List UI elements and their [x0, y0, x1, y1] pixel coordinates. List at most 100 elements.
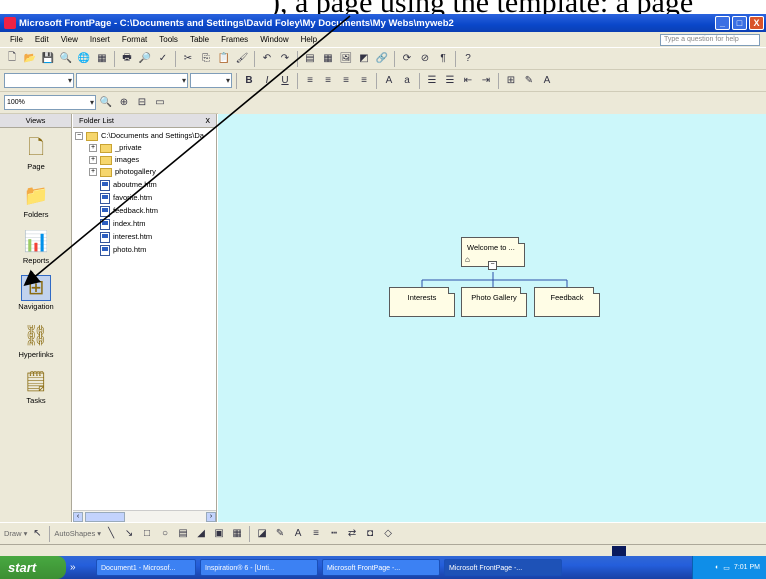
open-icon[interactable]: 📂: [22, 51, 38, 67]
tree-folder-private[interactable]: + _private: [89, 142, 142, 154]
menu-view[interactable]: View: [55, 35, 84, 44]
increase-font-icon[interactable]: A: [381, 73, 397, 89]
menu-tools[interactable]: Tools: [153, 35, 184, 44]
line-style-icon[interactable]: ≡: [308, 526, 324, 542]
taskbar-item-inspiration[interactable]: Inspiration® 6 - [Unti...: [200, 559, 318, 576]
new-page-icon[interactable]: 🗋: [4, 51, 20, 67]
taskbar-item-word[interactable]: Document1 - Microsof...: [96, 559, 196, 576]
view-tasks[interactable]: 🗒 Tasks: [4, 364, 68, 412]
spelling-icon[interactable]: ✓: [155, 51, 171, 67]
title-bar[interactable]: Microsoft FrontPage - C:\Documents and S…: [0, 14, 766, 32]
fill-color-icon[interactable]: ◪: [254, 526, 270, 542]
search-icon[interactable]: 🔍: [58, 51, 74, 67]
zoom-combo[interactable]: 100%: [4, 95, 96, 110]
quick-launch-icon[interactable]: »: [70, 562, 92, 573]
help-icon[interactable]: ?: [460, 51, 476, 67]
undo-icon[interactable]: ↶: [259, 51, 275, 67]
collapse-icon[interactable]: −: [75, 132, 83, 140]
3d-icon[interactable]: ◇: [380, 526, 396, 542]
picture-icon[interactable]: ▦: [229, 526, 245, 542]
wordart-icon[interactable]: ◢: [193, 526, 209, 542]
highlight-icon[interactable]: ✎: [521, 73, 537, 89]
copy-icon[interactable]: ⎘: [198, 51, 214, 67]
tree-root[interactable]: − C:\Documents and Settings\Da: [75, 130, 204, 142]
close-pane-icon[interactable]: x: [206, 114, 211, 127]
scroll-thumb[interactable]: [85, 512, 125, 522]
textbox-tool-icon[interactable]: ▤: [175, 526, 191, 542]
minimize-button[interactable]: _: [715, 16, 730, 30]
portrait-landscape-icon[interactable]: ⊟: [134, 95, 150, 111]
numbering-icon[interactable]: ☰: [424, 73, 440, 89]
tree-file[interactable]: index.htm: [100, 218, 146, 230]
expand-icon[interactable]: +: [89, 144, 97, 152]
format-painter-icon[interactable]: 🖌: [234, 51, 250, 67]
select-objects-icon[interactable]: ↖: [29, 526, 45, 542]
tree-folder-images[interactable]: + images: [89, 154, 139, 166]
print-icon[interactable]: 🖶: [119, 51, 135, 67]
font-combo[interactable]: [76, 73, 188, 88]
stop-icon[interactable]: ⊘: [417, 51, 433, 67]
shadow-icon[interactable]: ◘: [362, 526, 378, 542]
menu-table[interactable]: Table: [184, 35, 215, 44]
tree-file[interactable]: photo.htm: [100, 244, 146, 256]
insert-table-icon[interactable]: ▦: [320, 51, 336, 67]
menu-window[interactable]: Window: [254, 35, 294, 44]
save-icon[interactable]: 💾: [40, 51, 56, 67]
nav-node-interests[interactable]: Interests: [389, 287, 455, 317]
external-link-icon[interactable]: ▭: [152, 95, 168, 111]
font-size-combo[interactable]: [190, 73, 232, 88]
line-tool-icon[interactable]: ╲: [103, 526, 119, 542]
close-button[interactable]: X: [749, 16, 764, 30]
view-reports[interactable]: 📊 Reports: [4, 224, 68, 272]
nav-node-home[interactable]: Welcome to ... ⌂ −: [461, 237, 525, 270]
align-center-icon[interactable]: ≡: [320, 73, 336, 89]
publish-icon[interactable]: 🌐: [76, 51, 92, 67]
oval-tool-icon[interactable]: ○: [157, 526, 173, 542]
bold-icon[interactable]: B: [241, 73, 257, 89]
menu-help[interactable]: Help: [295, 35, 323, 44]
collapse-subtree-icon[interactable]: −: [488, 261, 497, 270]
draw-menu-button[interactable]: Draw ▾: [4, 529, 27, 538]
expand-icon[interactable]: +: [89, 156, 97, 164]
style-combo[interactable]: [4, 73, 74, 88]
menu-edit[interactable]: Edit: [29, 35, 55, 44]
taskbar-item-frontpage-2[interactable]: Microsoft FrontPage -...: [444, 559, 562, 576]
tray-network-icon[interactable]: ◐: [715, 564, 719, 571]
paragraph-icon[interactable]: ¶: [435, 51, 451, 67]
view-folders[interactable]: 📁 Folders: [4, 178, 68, 226]
insert-component-icon[interactable]: ▤: [302, 51, 318, 67]
bullets-icon[interactable]: ☰: [442, 73, 458, 89]
refresh-icon[interactable]: ⟳: [399, 51, 415, 67]
view-navigation[interactable]: ⊞ Navigation: [4, 270, 68, 318]
maximize-button[interactable]: □: [732, 16, 747, 30]
start-button[interactable]: start: [0, 556, 66, 579]
preview-icon[interactable]: 🔎: [137, 51, 153, 67]
view-hyperlinks[interactable]: ⛓ Hyperlinks: [4, 318, 68, 366]
menu-format[interactable]: Format: [116, 35, 153, 44]
tree-file[interactable]: aboutme.htm: [100, 179, 157, 191]
view-subtree-icon[interactable]: ⊕: [116, 95, 132, 111]
font-color-icon[interactable]: A: [539, 73, 555, 89]
menu-insert[interactable]: Insert: [84, 35, 116, 44]
cut-icon[interactable]: ✂: [180, 51, 196, 67]
tray-monitor-icon[interactable]: ▭: [723, 564, 730, 572]
underline-icon[interactable]: U: [277, 73, 293, 89]
line-color-icon[interactable]: ✎: [272, 526, 288, 542]
zoom-icon[interactable]: 🔍: [98, 95, 114, 111]
menu-file[interactable]: File: [4, 35, 29, 44]
italic-icon[interactable]: I: [259, 73, 275, 89]
borders-icon[interactable]: ⊞: [503, 73, 519, 89]
dash-style-icon[interactable]: ┅: [326, 526, 342, 542]
arrow-tool-icon[interactable]: ↘: [121, 526, 137, 542]
hyperlink-icon[interactable]: 🔗: [374, 51, 390, 67]
autoshapes-menu-button[interactable]: AutoShapes ▾: [54, 529, 101, 538]
increase-indent-icon[interactable]: ⇥: [478, 73, 494, 89]
justify-icon[interactable]: ≡: [356, 73, 372, 89]
view-page[interactable]: 🗋 Page: [4, 130, 68, 178]
arrow-style-icon[interactable]: ⇄: [344, 526, 360, 542]
nav-node-photo-gallery[interactable]: Photo Gallery: [461, 287, 527, 317]
expand-icon[interactable]: +: [89, 168, 97, 176]
drawing-icon[interactable]: ◩: [356, 51, 372, 67]
horizontal-scrollbar[interactable]: ‹ ›: [73, 510, 216, 522]
clipart-icon[interactable]: ▣: [211, 526, 227, 542]
